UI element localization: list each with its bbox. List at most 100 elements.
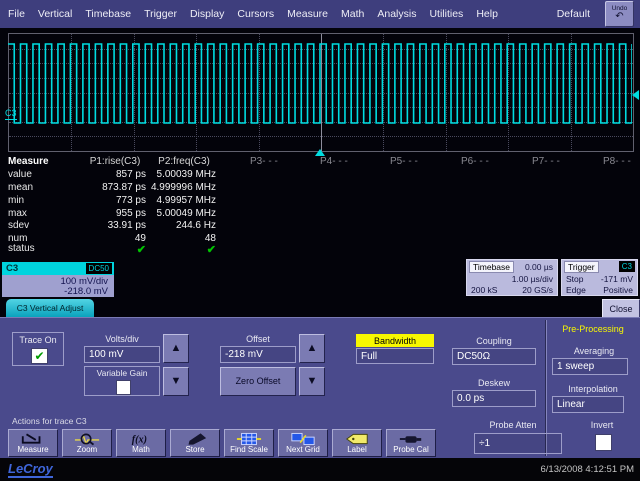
menu-trigger[interactable]: Trigger	[142, 6, 179, 22]
probe-cal-button[interactable]: Probe Cal	[386, 429, 436, 457]
lecroy-logo: LeCroy	[8, 461, 53, 478]
offset-down-button[interactable]: ▼	[299, 367, 325, 396]
measure-button[interactable]: Measure	[8, 429, 58, 457]
p2-mean: 4.999996 MHz	[146, 182, 216, 193]
zero-offset-button[interactable]: Zero Offset	[220, 367, 296, 396]
next-grid-button[interactable]: Next Grid	[278, 429, 328, 457]
channel-c3-coupling-badge: DC50	[86, 263, 112, 274]
close-button[interactable]: Close	[602, 299, 640, 318]
volts-div-up-button[interactable]: ▲	[163, 334, 189, 363]
menu-timebase[interactable]: Timebase	[83, 6, 133, 22]
deskew-field[interactable]: 0.0 ps	[452, 390, 536, 407]
p1-min: 773 ps	[76, 195, 146, 206]
zoom-button[interactable]: Zoom	[62, 429, 112, 457]
row-label-max: max	[8, 208, 78, 219]
measure-button-label: Measure	[17, 446, 48, 455]
menu-cursors[interactable]: Cursors	[235, 6, 276, 22]
p6-header[interactable]: P6- - -	[461, 156, 507, 167]
tab-c3-vertical-adjust[interactable]: C3 Vertical Adjust	[6, 299, 94, 317]
channel-c3-name: C3	[6, 263, 18, 274]
label-button-label: Label	[347, 446, 367, 455]
menu-analysis[interactable]: Analysis	[375, 6, 418, 22]
oscilloscope-screen: File Vertical Timebase Trigger Display C…	[0, 0, 640, 481]
math-fx-icon: f(x)	[128, 432, 154, 446]
menu-display[interactable]: Display	[188, 6, 226, 22]
timebase-descriptor[interactable]: Timebase 0.00 µs 1.00 µs/div 200 kS 20 G…	[466, 259, 558, 296]
channel-trace-label: C3	[5, 108, 17, 120]
store-button[interactable]: Store	[170, 429, 220, 457]
timebase-rate: 20 GS/s	[522, 285, 553, 295]
waveform-path	[8, 44, 632, 123]
p2-header[interactable]: P2:freq(C3)	[152, 156, 216, 167]
p3-header[interactable]: P3- - -	[250, 156, 296, 167]
actions-for-trace-label: Actions for trace C3	[12, 416, 87, 426]
next-grid-icon	[290, 432, 316, 446]
offset-label: Offset	[220, 334, 296, 344]
p7-header[interactable]: P7- - -	[532, 156, 578, 167]
offset-field[interactable]: -218 mV	[220, 346, 296, 363]
trigger-mode: Stop	[566, 274, 584, 284]
row-label-mean: mean	[8, 182, 78, 193]
find-scale-button-label: Find Scale	[230, 446, 268, 455]
row-label-status: status	[8, 243, 78, 254]
volts-div-down-button[interactable]: ▼	[163, 367, 189, 396]
trace-on-group: Trace On ✔	[12, 332, 64, 366]
menu-measure[interactable]: Measure	[285, 6, 330, 22]
coupling-field[interactable]: DC50Ω	[452, 348, 536, 365]
interpolation-field[interactable]: Linear	[552, 396, 624, 413]
p2-min: 4.99957 MHz	[146, 195, 216, 206]
p1-header[interactable]: P1:rise(C3)	[82, 156, 148, 167]
math-button[interactable]: f(x) Math	[116, 429, 166, 457]
trace-on-label: Trace On	[13, 335, 63, 345]
zoom-button-label: Zoom	[77, 446, 97, 455]
next-grid-button-label: Next Grid	[286, 446, 320, 455]
variable-gain-label: Variable Gain	[85, 368, 159, 378]
datetime-display: 6/13/2008 4:12:51 PM	[541, 464, 635, 475]
undo-icon: ↶	[615, 12, 623, 22]
p1-mean: 873.87 ps	[76, 182, 146, 193]
channel-c3-offset: -218.0 mV	[64, 286, 108, 297]
offset-up-button[interactable]: ▲	[299, 334, 325, 363]
trigger-source-badge: C3	[619, 261, 635, 272]
undo-button[interactable]: Undo ↶	[605, 1, 634, 27]
variable-gain-group: Variable Gain	[84, 366, 160, 396]
volts-div-label: Volts/div	[84, 334, 160, 344]
row-label-min: min	[8, 195, 78, 206]
p1-max: 955 ps	[76, 208, 146, 219]
volts-div-field[interactable]: 100 mV	[84, 346, 160, 363]
p2-value: 5.00039 MHz	[146, 169, 216, 180]
menu-math[interactable]: Math	[339, 6, 366, 22]
averaging-field[interactable]: 1 sweep	[552, 358, 628, 375]
probe-cal-icon	[398, 432, 424, 446]
invert-checkbox[interactable]	[595, 434, 612, 451]
store-button-label: Store	[185, 446, 204, 455]
label-button[interactable]: Label	[332, 429, 382, 457]
default-setup-label[interactable]: Default	[557, 8, 590, 20]
p1-value: 857 ps	[76, 169, 146, 180]
preprocessing-label: Pre-Processing	[548, 324, 638, 334]
trace-on-checkbox[interactable]: ✔	[31, 348, 48, 364]
trigger-level-marker[interactable]	[632, 90, 639, 100]
trigger-descriptor[interactable]: Trigger C3 Stop -171 mV Edge Positive	[561, 259, 638, 296]
probe-atten-field[interactable]: ÷1	[474, 433, 562, 454]
trigger-time-marker[interactable]	[315, 149, 325, 156]
waveform-svg	[8, 33, 632, 150]
bandwidth-label: Bandwidth	[356, 334, 434, 347]
channel-c3-descriptor[interactable]: C3 DC50 100 mV/div -218.0 mV	[2, 262, 114, 297]
p5-header[interactable]: P5- - -	[390, 156, 436, 167]
p8-header[interactable]: P8- - -	[603, 156, 640, 167]
bandwidth-field[interactable]: Full	[356, 348, 434, 364]
down-arrow-icon: ▼	[307, 376, 318, 387]
p2-status-check-icon: ✔	[146, 243, 216, 256]
find-scale-button[interactable]: Find Scale	[224, 429, 274, 457]
p2-sdev: 244.6 Hz	[146, 220, 216, 231]
variable-gain-checkbox[interactable]	[116, 380, 131, 395]
menu-help[interactable]: Help	[474, 6, 500, 22]
find-scale-icon	[236, 432, 262, 446]
menu-file[interactable]: File	[6, 6, 27, 22]
menu-utilities[interactable]: Utilities	[427, 6, 465, 22]
p4-header[interactable]: P4- - -	[320, 156, 366, 167]
p1-sdev: 33.91 ps	[76, 220, 146, 231]
menu-vertical[interactable]: Vertical	[36, 6, 74, 22]
timebase-title: Timebase	[469, 261, 514, 273]
